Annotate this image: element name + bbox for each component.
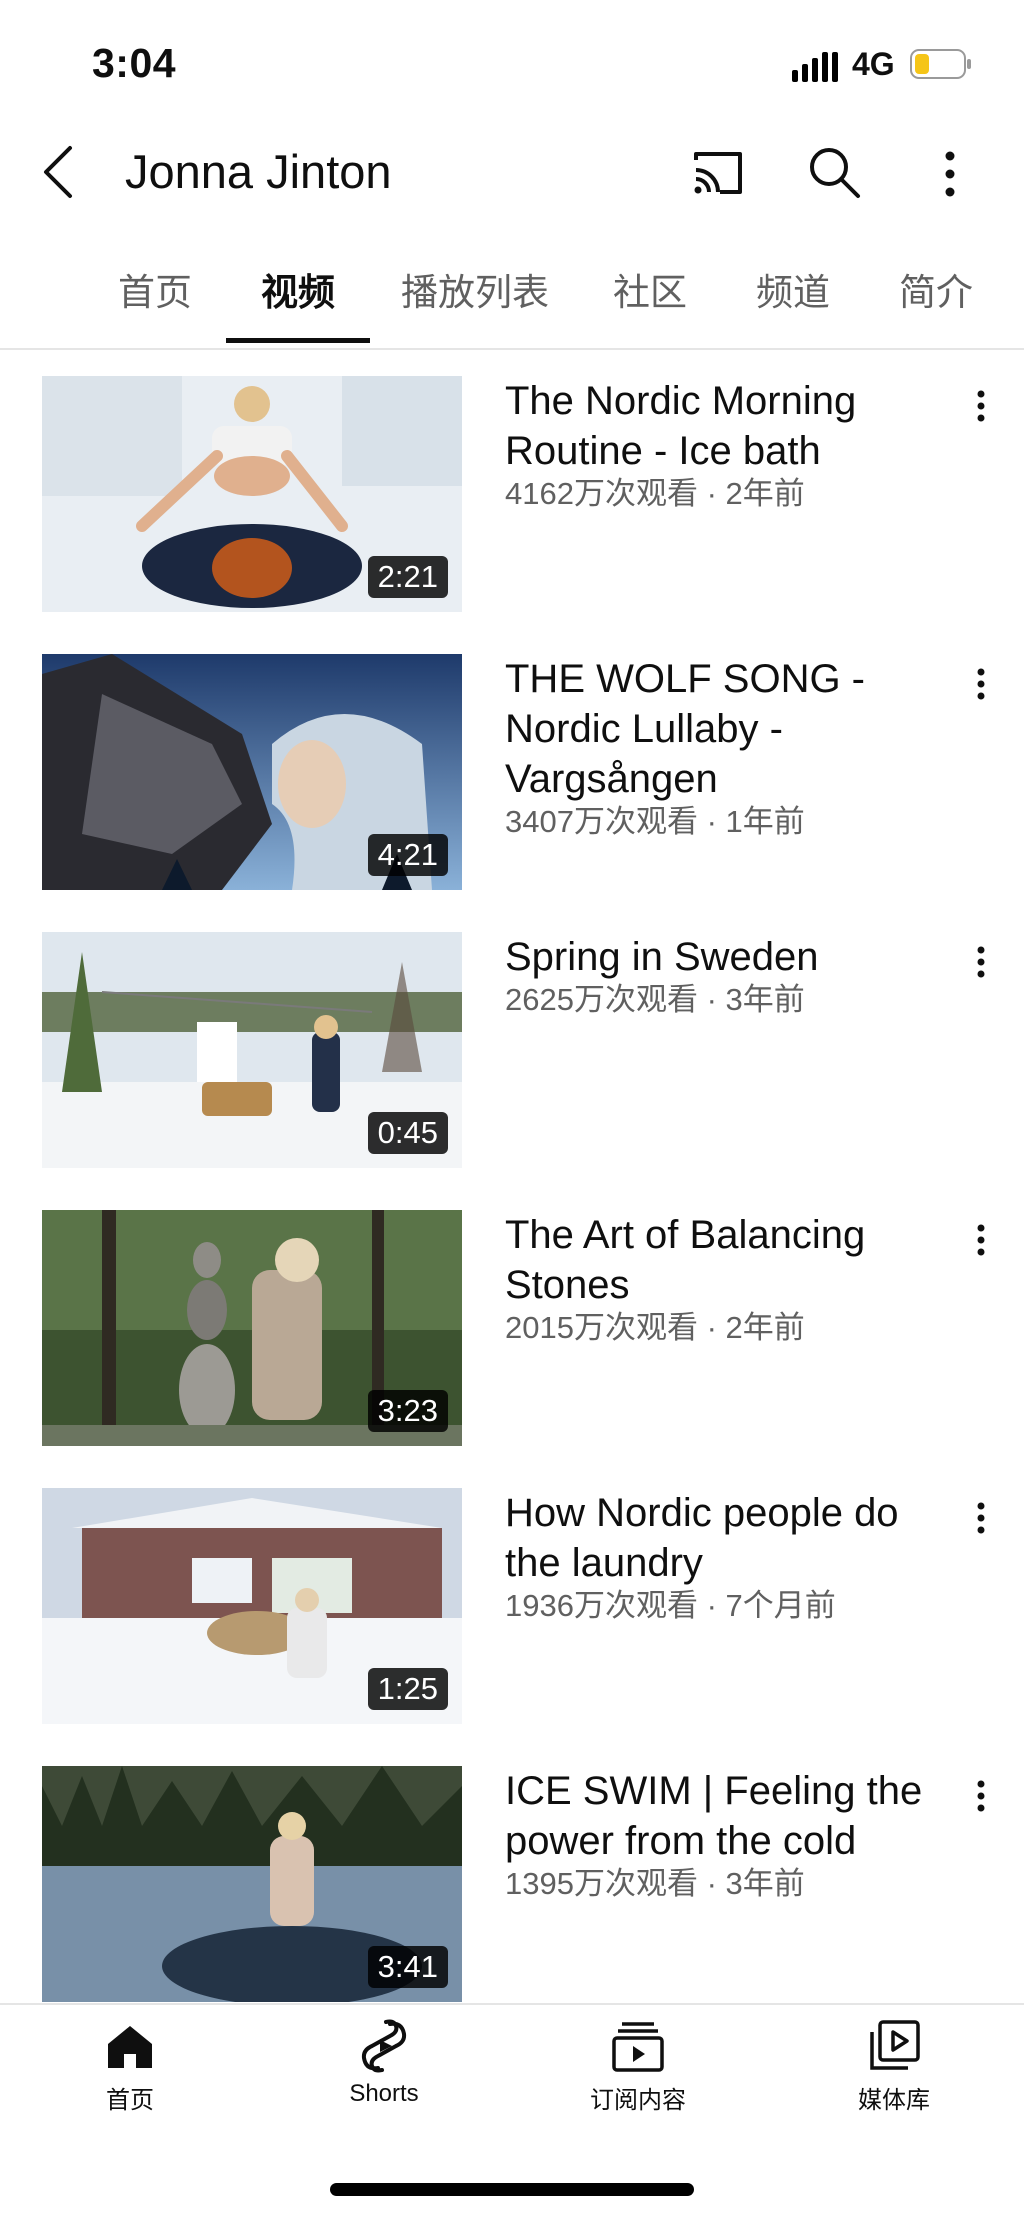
video-meta: 2625万次观看 · 3年前 <box>505 982 805 1017</box>
video-thumbnail[interactable]: 4:21 <box>42 654 462 890</box>
video-title[interactable]: THE WOLF SONG - Nordic Lullaby - Vargsån… <box>505 657 865 801</box>
video-title-block[interactable]: How Nordic people do the laundry 1936万次观… <box>505 1488 945 1624</box>
active-tab-indicator <box>226 338 370 343</box>
more-options-icon[interactable] <box>930 148 970 200</box>
video-title-block[interactable]: The Nordic Morning Routine - Ice bath 41… <box>505 376 945 512</box>
video-more-options-icon[interactable] <box>966 1498 996 1538</box>
video-duration: 4:21 <box>367 834 448 876</box>
video-more-options-icon[interactable] <box>966 1220 996 1260</box>
video-title-block[interactable]: The Art of Balancing Stones 2015万次观看 · 2… <box>505 1210 945 1346</box>
cast-icon[interactable] <box>690 148 746 198</box>
tab-home[interactable]: 首页 <box>118 262 192 316</box>
video-thumbnail[interactable]: 2:21 <box>42 376 462 612</box>
video-item[interactable]: 4:21 THE WOLF SONG - Nordic Lullaby - Va… <box>0 654 1024 914</box>
video-title[interactable]: How Nordic people do the laundry <box>505 1491 899 1585</box>
bottom-nav-divider <box>0 2003 1024 2005</box>
nav-subscriptions[interactable]: 订阅内容 <box>558 2018 718 2115</box>
video-duration: 1:25 <box>367 1668 448 1710</box>
nav-library-label: 媒体库 <box>858 2087 930 2114</box>
tab-playlists[interactable]: 播放列表 <box>401 262 549 316</box>
video-item[interactable]: 3:41 ICE SWIM | Feeling the power from t… <box>0 1766 1024 2003</box>
video-item[interactable]: 2:21 The Nordic Morning Routine - Ice ba… <box>0 376 1024 636</box>
nav-shorts[interactable]: Shorts <box>304 2018 464 2108</box>
video-title[interactable]: Spring in Sweden <box>505 935 819 979</box>
video-duration: 3:41 <box>367 1946 448 1988</box>
nav-home-label: 首页 <box>106 2087 154 2114</box>
video-meta: 1395万次观看 · 3年前 <box>505 1866 805 1901</box>
video-title[interactable]: ICE SWIM | Feeling the power from the co… <box>505 1769 922 1863</box>
battery-icon <box>910 49 971 79</box>
tab-community[interactable]: 社区 <box>613 262 687 316</box>
video-meta: 1936万次观看 · 7个月前 <box>505 1588 836 1623</box>
tab-about[interactable]: 简介 <box>899 262 973 316</box>
subscriptions-icon <box>612 2022 664 2072</box>
video-thumbnail[interactable]: 3:23 <box>42 1210 462 1446</box>
channel-title: Jonna Jinton <box>125 145 392 198</box>
video-title-block[interactable]: Spring in Sweden 2625万次观看 · 3年前 <box>505 932 945 1018</box>
shorts-icon <box>361 2019 407 2073</box>
video-title-block[interactable]: THE WOLF SONG - Nordic Lullaby - Vargsån… <box>505 654 945 840</box>
video-more-options-icon[interactable] <box>966 1776 996 1816</box>
video-duration: 3:23 <box>367 1390 448 1432</box>
video-more-options-icon[interactable] <box>966 664 996 704</box>
search-icon[interactable] <box>806 144 862 200</box>
video-thumbnail[interactable]: 3:41 <box>42 1766 462 2002</box>
cellular-signal-icon <box>792 52 838 82</box>
tab-divider <box>0 348 1024 350</box>
tab-videos[interactable]: 视频 <box>261 262 335 316</box>
video-thumbnail[interactable]: 0:45 <box>42 932 462 1168</box>
library-icon <box>870 2020 920 2070</box>
back-arrow-icon[interactable] <box>36 142 84 202</box>
video-item[interactable]: 1:25 How Nordic people do the laundry 19… <box>0 1488 1024 1748</box>
video-more-options-icon[interactable] <box>966 386 996 426</box>
video-meta: 4162万次观看 · 2年前 <box>505 476 805 511</box>
video-meta: 2015万次观看 · 2年前 <box>505 1310 805 1345</box>
video-duration: 0:45 <box>367 1112 448 1154</box>
nav-home[interactable]: 首页 <box>50 2018 210 2115</box>
tab-channels[interactable]: 频道 <box>756 262 830 316</box>
nav-shorts-label: Shorts <box>349 2080 419 2107</box>
video-title-block[interactable]: ICE SWIM | Feeling the power from the co… <box>505 1766 945 1902</box>
video-item[interactable]: 0:45 Spring in Sweden 2625万次观看 · 3年前 <box>0 932 1024 1192</box>
video-meta: 3407万次观看 · 1年前 <box>505 804 805 839</box>
home-indicator[interactable] <box>330 2183 694 2196</box>
nav-library[interactable]: 媒体库 <box>814 2018 974 2115</box>
video-item[interactable]: 3:23 The Art of Balancing Stones 2015万次观… <box>0 1210 1024 1470</box>
video-thumbnail[interactable]: 1:25 <box>42 1488 462 1724</box>
video-duration: 2:21 <box>367 556 448 598</box>
video-title[interactable]: The Art of Balancing Stones <box>505 1213 865 1307</box>
video-more-options-icon[interactable] <box>966 942 996 982</box>
status-time: 3:04 <box>92 40 177 86</box>
video-title[interactable]: The Nordic Morning Routine - Ice bath <box>505 379 856 473</box>
nav-subscriptions-label: 订阅内容 <box>590 2087 686 2114</box>
network-type: 4G <box>852 46 895 82</box>
home-icon <box>108 2026 152 2068</box>
